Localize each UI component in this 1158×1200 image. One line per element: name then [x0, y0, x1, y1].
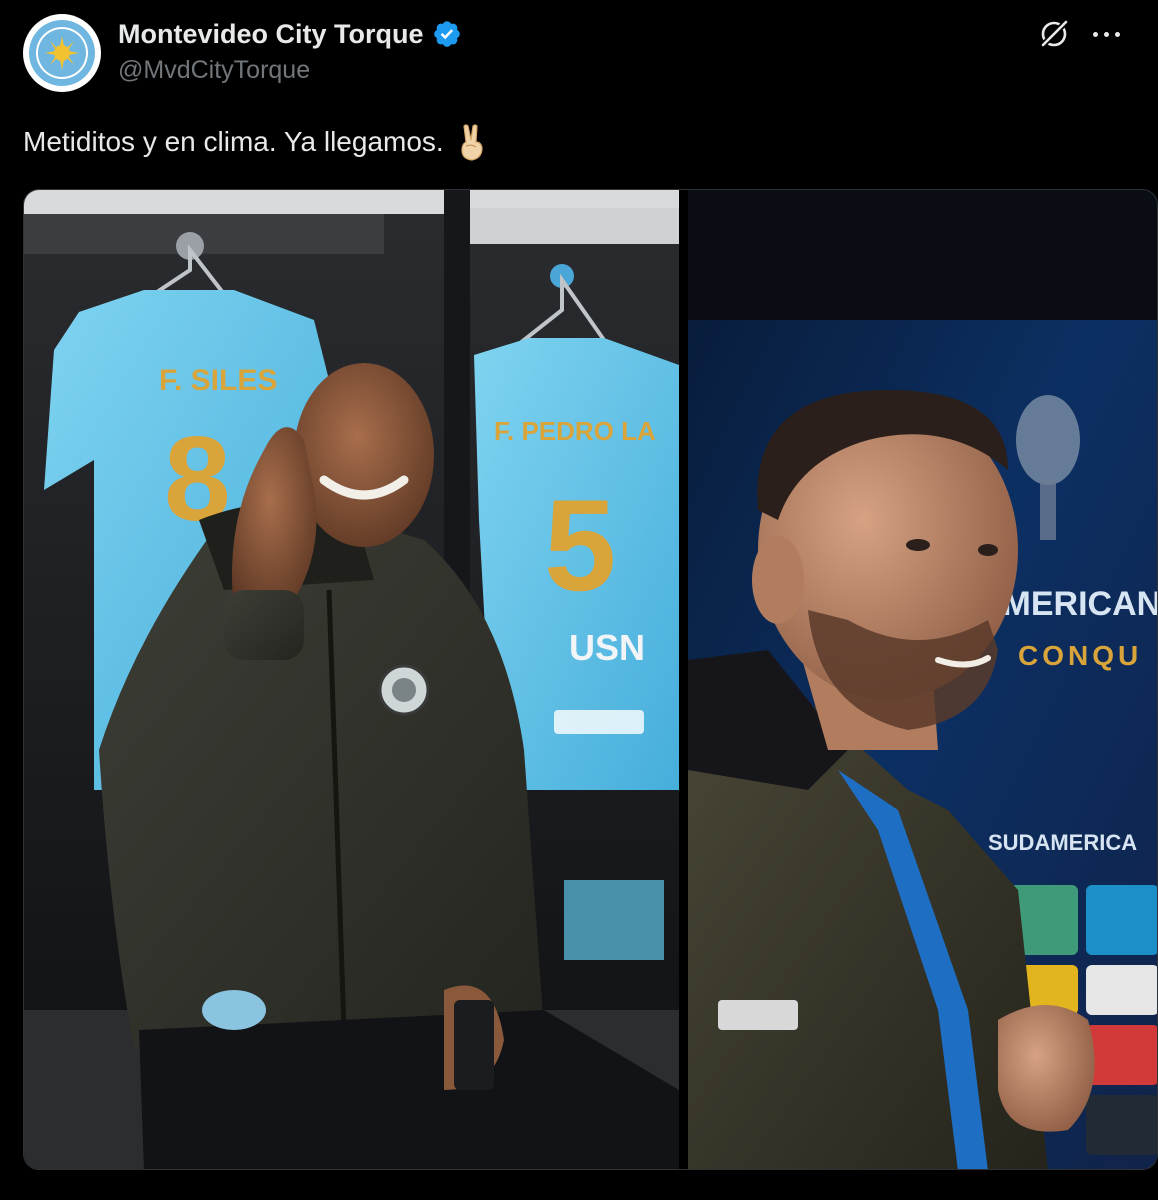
backdrop-text-3: SUDAMERICA: [988, 830, 1137, 855]
grok-icon[interactable]: [1036, 16, 1072, 52]
author-display-name[interactable]: Montevideo City Torque: [118, 19, 424, 50]
tweet-body: Metiditos y en clima. Ya llegamos.: [23, 126, 444, 157]
tweet-text: Metiditos y en clima. Ya llegamos.: [23, 122, 490, 162]
media-grid: F. SILES 8 F. PEDRO LA 5 USN AMERICA CON…: [23, 189, 1158, 1170]
media-photo-locker-room[interactable]: F. SILES 8 F. PEDRO LA 5 USN: [24, 190, 679, 1169]
media-photo-press-backdrop[interactable]: AMERICANA CONQU SUDAMERICA: [688, 190, 1157, 1169]
jersey-right-name: F. PEDRO LA: [494, 416, 656, 446]
jersey-sponsor: USN: [569, 627, 645, 668]
author-handle[interactable]: @MvdCityTorque: [118, 56, 310, 85]
club-crest-sun-icon: [24, 15, 100, 91]
more-options-icon[interactable]: [1088, 20, 1124, 48]
tweet-card: Montevideo City Torque @MvdCityTorque Me…: [0, 0, 1158, 1200]
jersey-left-name: F. SILES: [159, 364, 277, 397]
backdrop-text-2: CONQU: [1018, 640, 1142, 671]
victory-hand-emoji: [461, 124, 483, 161]
profile-avatar[interactable]: [23, 14, 101, 92]
author-name-row[interactable]: Montevideo City Torque: [118, 18, 462, 50]
verified-badge-icon: [433, 21, 460, 47]
jersey-right-number: 5: [544, 472, 616, 618]
